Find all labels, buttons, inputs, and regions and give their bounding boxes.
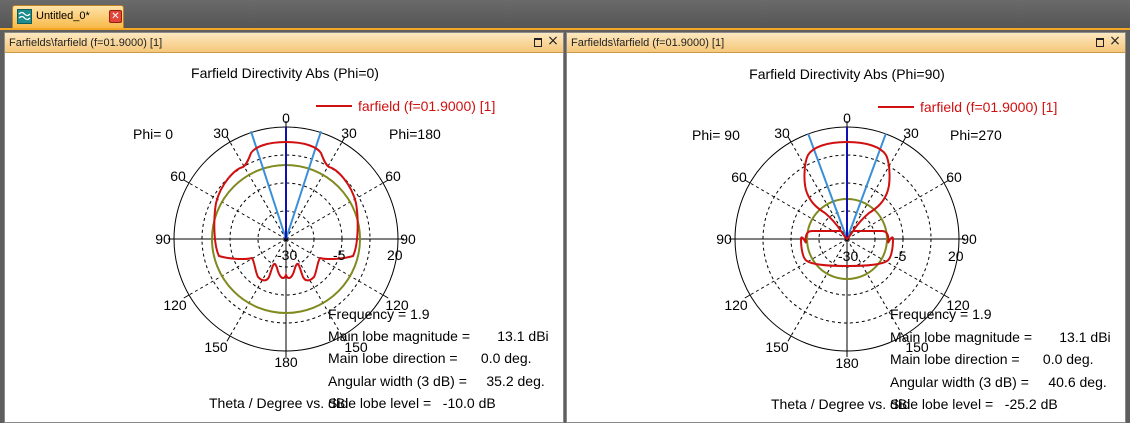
tick-label-30-left: 30	[213, 125, 229, 141]
plot-title: Farfield Directivity Abs (Phi=90)	[749, 66, 945, 82]
tick-label-60-right: 60	[385, 168, 401, 184]
legend-entry: farfield (f=01.9000) [1]	[358, 98, 495, 114]
phi-right-label: Phi=270	[950, 127, 1002, 143]
document-tab-label: Untitled_0*	[36, 10, 90, 22]
restore-window-icon[interactable]	[1094, 36, 1105, 47]
tick-label-180: 180	[274, 354, 298, 370]
panel-title: Farfields\farfield (f=01.9000) [1]	[571, 37, 725, 49]
tick-label-0: 0	[282, 110, 290, 126]
tick-label-150-left: 150	[765, 339, 789, 355]
tick-label-60-left: 60	[731, 169, 747, 185]
radial-label-minus5: -5	[333, 247, 346, 263]
tick-label-90-right: 90	[400, 231, 416, 247]
info-frequency: Frequency = 1.9	[328, 306, 430, 322]
tick-label-60-right: 60	[946, 169, 962, 185]
tick-label-60-left: 60	[170, 168, 186, 184]
grid-spoke	[285, 141, 343, 240]
info-side-lobe-level: Side lobe level = -25.2 dB	[890, 396, 1058, 412]
close-tab-icon[interactable]: ✕	[109, 10, 122, 23]
info-side-lobe-level: Side lobe level = -10.0 dB	[328, 395, 496, 411]
tick-label-30-left: 30	[774, 125, 790, 141]
lobe-info-box: Frequency = 1.9 Main lobe magnitude = 13…	[328, 306, 549, 411]
lobe-info-box: Frequency = 1.9 Main lobe magnitude = 13…	[890, 306, 1111, 412]
radial-label-20: 20	[387, 247, 403, 263]
plot-area: Farfield Directivity Abs (Phi=0) farfiel…	[5, 53, 563, 422]
tick-label-120-left: 120	[724, 297, 748, 313]
radial-label-minus30: -30	[277, 247, 297, 263]
panel-header: Farfields\farfield (f=01.9000) [1] ×	[567, 33, 1125, 53]
info-main-lobe-direction: Main lobe direction = 0.0 deg.	[328, 350, 532, 366]
phi-right-label: Phi=180	[389, 126, 441, 142]
axis-label: Theta / Degree vs. dBi	[209, 395, 348, 411]
radial-label-minus30: -30	[838, 248, 858, 264]
tick-label-30-right: 30	[903, 125, 919, 141]
radial-tick-labels: 20 -5 -30	[277, 247, 403, 263]
tick-label-0: 0	[843, 110, 851, 126]
info-frequency: Frequency = 1.9	[890, 306, 992, 322]
panel-title: Farfields\farfield (f=01.9000) [1]	[9, 37, 163, 49]
axis-label: Theta / Degree vs. dBi	[771, 396, 910, 412]
tick-label-90-left: 90	[716, 231, 732, 247]
close-panel-icon[interactable]: ×	[547, 34, 559, 48]
grid-spoke	[749, 238, 848, 296]
phi-left-label: Phi= 0	[133, 126, 173, 142]
farfield-app-icon	[17, 9, 32, 24]
tick-label-120-left: 120	[163, 297, 187, 313]
info-angular-width: Angular width (3 dB) = 35.2 deg.	[328, 373, 545, 389]
document-tab-strip: Untitled_0* ✕	[0, 0, 1130, 30]
info-main-lobe-magnitude: Main lobe magnitude = 13.1 dBi	[328, 328, 549, 344]
tick-label-150-left: 150	[204, 339, 228, 355]
radial-label-minus5: -5	[894, 248, 907, 264]
restore-window-icon[interactable]	[532, 36, 543, 47]
grid-spoke	[846, 141, 904, 240]
radial-label-20: 20	[948, 248, 964, 264]
tick-label-30-right: 30	[341, 125, 357, 141]
tick-label-180: 180	[835, 355, 859, 371]
tick-label-90-left: 90	[155, 231, 171, 247]
tick-label-90-right: 90	[961, 231, 977, 247]
phi-left-label: Phi= 90	[692, 127, 740, 143]
farfield-plot-panel-phi0: Farfields\farfield (f=01.9000) [1] × Far…	[4, 32, 564, 423]
info-angular-width: Angular width (3 dB) = 40.6 deg.	[890, 374, 1107, 390]
grid-spoke	[790, 141, 848, 240]
info-main-lobe-direction: Main lobe direction = 0.0 deg.	[890, 351, 1094, 367]
farfield-plot-panel-phi90: Farfields\farfield (f=01.9000) [1] × Far…	[566, 32, 1126, 423]
document-tab-untitled[interactable]: Untitled_0* ✕	[12, 5, 124, 28]
radial-tick-labels: 20 -5 -30	[838, 248, 964, 264]
plot-title: Farfield Directivity Abs (Phi=0)	[191, 65, 379, 81]
close-panel-icon[interactable]: ×	[1109, 34, 1121, 48]
grid-spoke	[229, 141, 287, 240]
plot-area: Farfield Directivity Abs (Phi=90) farfie…	[567, 53, 1125, 422]
panel-header: Farfields\farfield (f=01.9000) [1] ×	[5, 33, 563, 53]
legend-entry: farfield (f=01.9000) [1]	[920, 99, 1057, 115]
info-main-lobe-magnitude: Main lobe magnitude = 13.1 dBi	[890, 329, 1111, 345]
